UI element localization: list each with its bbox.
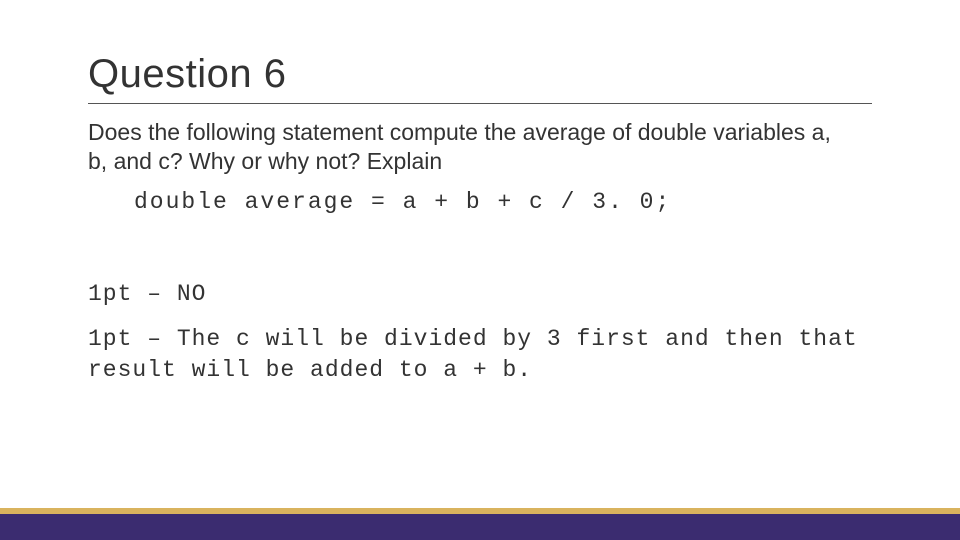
answer-line: 1pt – NO [88,279,872,310]
slide-title: Question 6 [88,52,872,97]
answers-block: 1pt – NO 1pt – The c will be divided by … [88,279,872,386]
slide-content: Question 6 Does the following statement … [0,0,960,387]
code-line: double average = a + b + c / 3. 0; [134,188,872,218]
footer-stripe-purple [0,514,960,540]
answer-line: 1pt – The c will be divided by 3 first a… [88,324,872,386]
footer-bar [0,508,960,540]
question-prompt: Does the following statement compute the… [88,118,848,176]
slide: Question 6 Does the following statement … [0,0,960,540]
title-underline [88,103,872,104]
